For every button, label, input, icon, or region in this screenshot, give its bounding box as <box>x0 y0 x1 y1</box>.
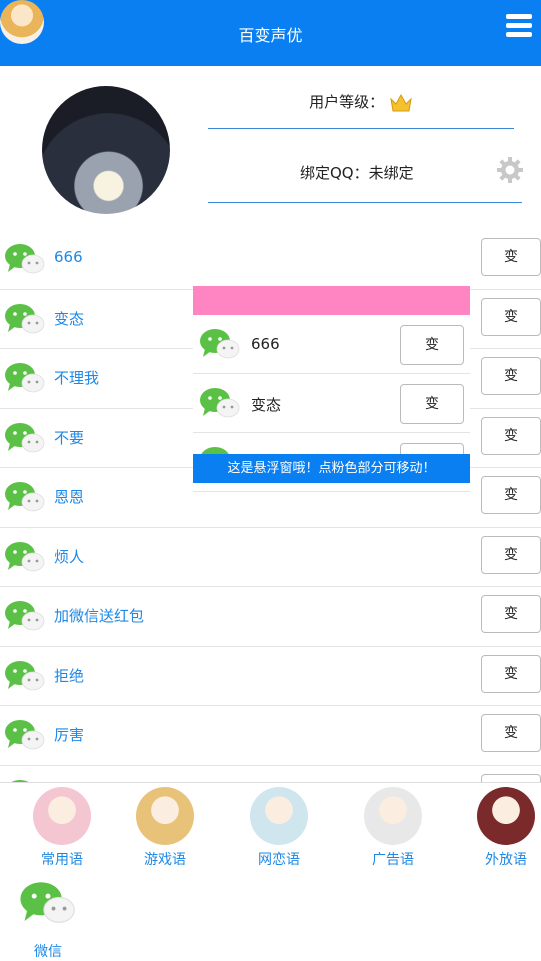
list-item[interactable]: 666 变 <box>0 230 541 290</box>
wechat-icon <box>19 879 77 937</box>
list-item-label: 拒绝 <box>54 666 85 685</box>
list-item[interactable]: 加微信送红包 变 <box>0 587 541 647</box>
wechat-icon <box>199 327 241 361</box>
category-avatar <box>33 787 91 845</box>
list-item-label: 不理我 <box>54 369 100 387</box>
wechat-icon <box>4 242 46 276</box>
floating-drag-handle[interactable] <box>193 286 470 315</box>
qq-binding: 绑定QQ：未绑定 <box>208 150 524 203</box>
user-level: 用户等级： <box>208 90 514 129</box>
wechat-icon <box>199 386 241 420</box>
change-voice-button[interactable]: 变 <box>481 297 541 336</box>
list-item-label: 烦人 <box>54 547 85 566</box>
list-item-label: 加微信送红包 <box>54 607 145 625</box>
wechat-icon <box>4 659 46 693</box>
category-3[interactable]: 网恋语 <box>239 787 319 869</box>
floating-window: 666变变态变变 这是悬浮窗哦！点粉色部分可移动！ <box>193 286 470 492</box>
category-label: 微信 <box>34 944 62 960</box>
floating-banner: 这是悬浮窗哦！点粉色部分可移动！ <box>193 454 470 483</box>
change-voice-button[interactable]: 变 <box>481 357 541 395</box>
app-header: 百变声优 <box>0 0 541 66</box>
list-item-label: 恩恩 <box>54 488 85 506</box>
change-voice-button[interactable]: 变 <box>481 476 541 514</box>
floating-item-label: 变态 <box>251 396 282 414</box>
category-4[interactable]: 广告语 <box>353 787 433 869</box>
change-voice-button[interactable]: 变 <box>481 654 541 693</box>
list-item-label: 666 <box>54 248 83 266</box>
change-voice-button[interactable]: 变 <box>481 416 541 455</box>
category-label: 常用语 <box>41 852 83 868</box>
category-avatar <box>364 787 422 845</box>
category-avatar <box>250 787 308 845</box>
hamburger-icon[interactable] <box>506 14 532 48</box>
wechat-icon <box>4 361 46 395</box>
wechat-icon <box>4 540 46 574</box>
list-item[interactable]: 厉害 变 <box>0 706 541 766</box>
floating-list-item[interactable]: 变态 变 <box>193 374 470 433</box>
category-1[interactable]: 常用语 <box>22 787 102 869</box>
change-voice-button[interactable]: 变 <box>481 238 541 276</box>
category-6[interactable]: 微信 <box>8 879 88 961</box>
list-item[interactable]: 烦人 变 <box>0 528 541 587</box>
list-item-label: 厉害 <box>54 726 85 744</box>
category-2[interactable]: 游戏语 <box>125 787 205 869</box>
category-label: 游戏语 <box>144 852 186 868</box>
category-label: 外放语 <box>485 852 527 868</box>
list-item-label: 不要 <box>54 428 85 447</box>
category-5[interactable]: 外放语 <box>466 787 541 869</box>
change-voice-button[interactable]: 变 <box>481 595 541 633</box>
list-item[interactable]: 拒绝 变 <box>0 647 541 706</box>
change-voice-button[interactable]: 变 <box>481 773 541 782</box>
floating-list-item[interactable]: 666 变 <box>193 315 470 374</box>
category-label: 网恋语 <box>258 852 300 868</box>
list-item-label: 变态 <box>54 309 85 328</box>
wechat-icon <box>4 302 46 336</box>
user-level-label: 用户等级： <box>309 93 385 111</box>
list-item[interactable]: 变 <box>0 766 541 782</box>
wechat-icon <box>4 718 46 752</box>
wechat-icon <box>4 480 46 514</box>
qq-binding-label: 绑定QQ：未绑定 <box>300 164 414 182</box>
category-bar: 常用语 游戏语 网恋语 广告语 外放语微信 <box>0 782 541 960</box>
category-avatar <box>477 787 535 845</box>
change-voice-button[interactable]: 变 <box>481 714 541 752</box>
category-avatar <box>136 787 194 845</box>
profile-avatar[interactable] <box>42 86 170 214</box>
app-title: 百变声优 <box>238 26 303 45</box>
category-label: 广告语 <box>372 852 414 868</box>
wechat-icon <box>4 421 46 455</box>
gear-icon[interactable] <box>496 156 524 184</box>
wechat-icon <box>4 599 46 633</box>
floating-change-button[interactable]: 变 <box>400 384 464 424</box>
change-voice-button[interactable]: 变 <box>481 535 541 574</box>
crown-icon <box>390 93 412 111</box>
floating-change-button[interactable]: 变 <box>400 325 464 365</box>
floating-item-label: 666 <box>251 335 280 353</box>
